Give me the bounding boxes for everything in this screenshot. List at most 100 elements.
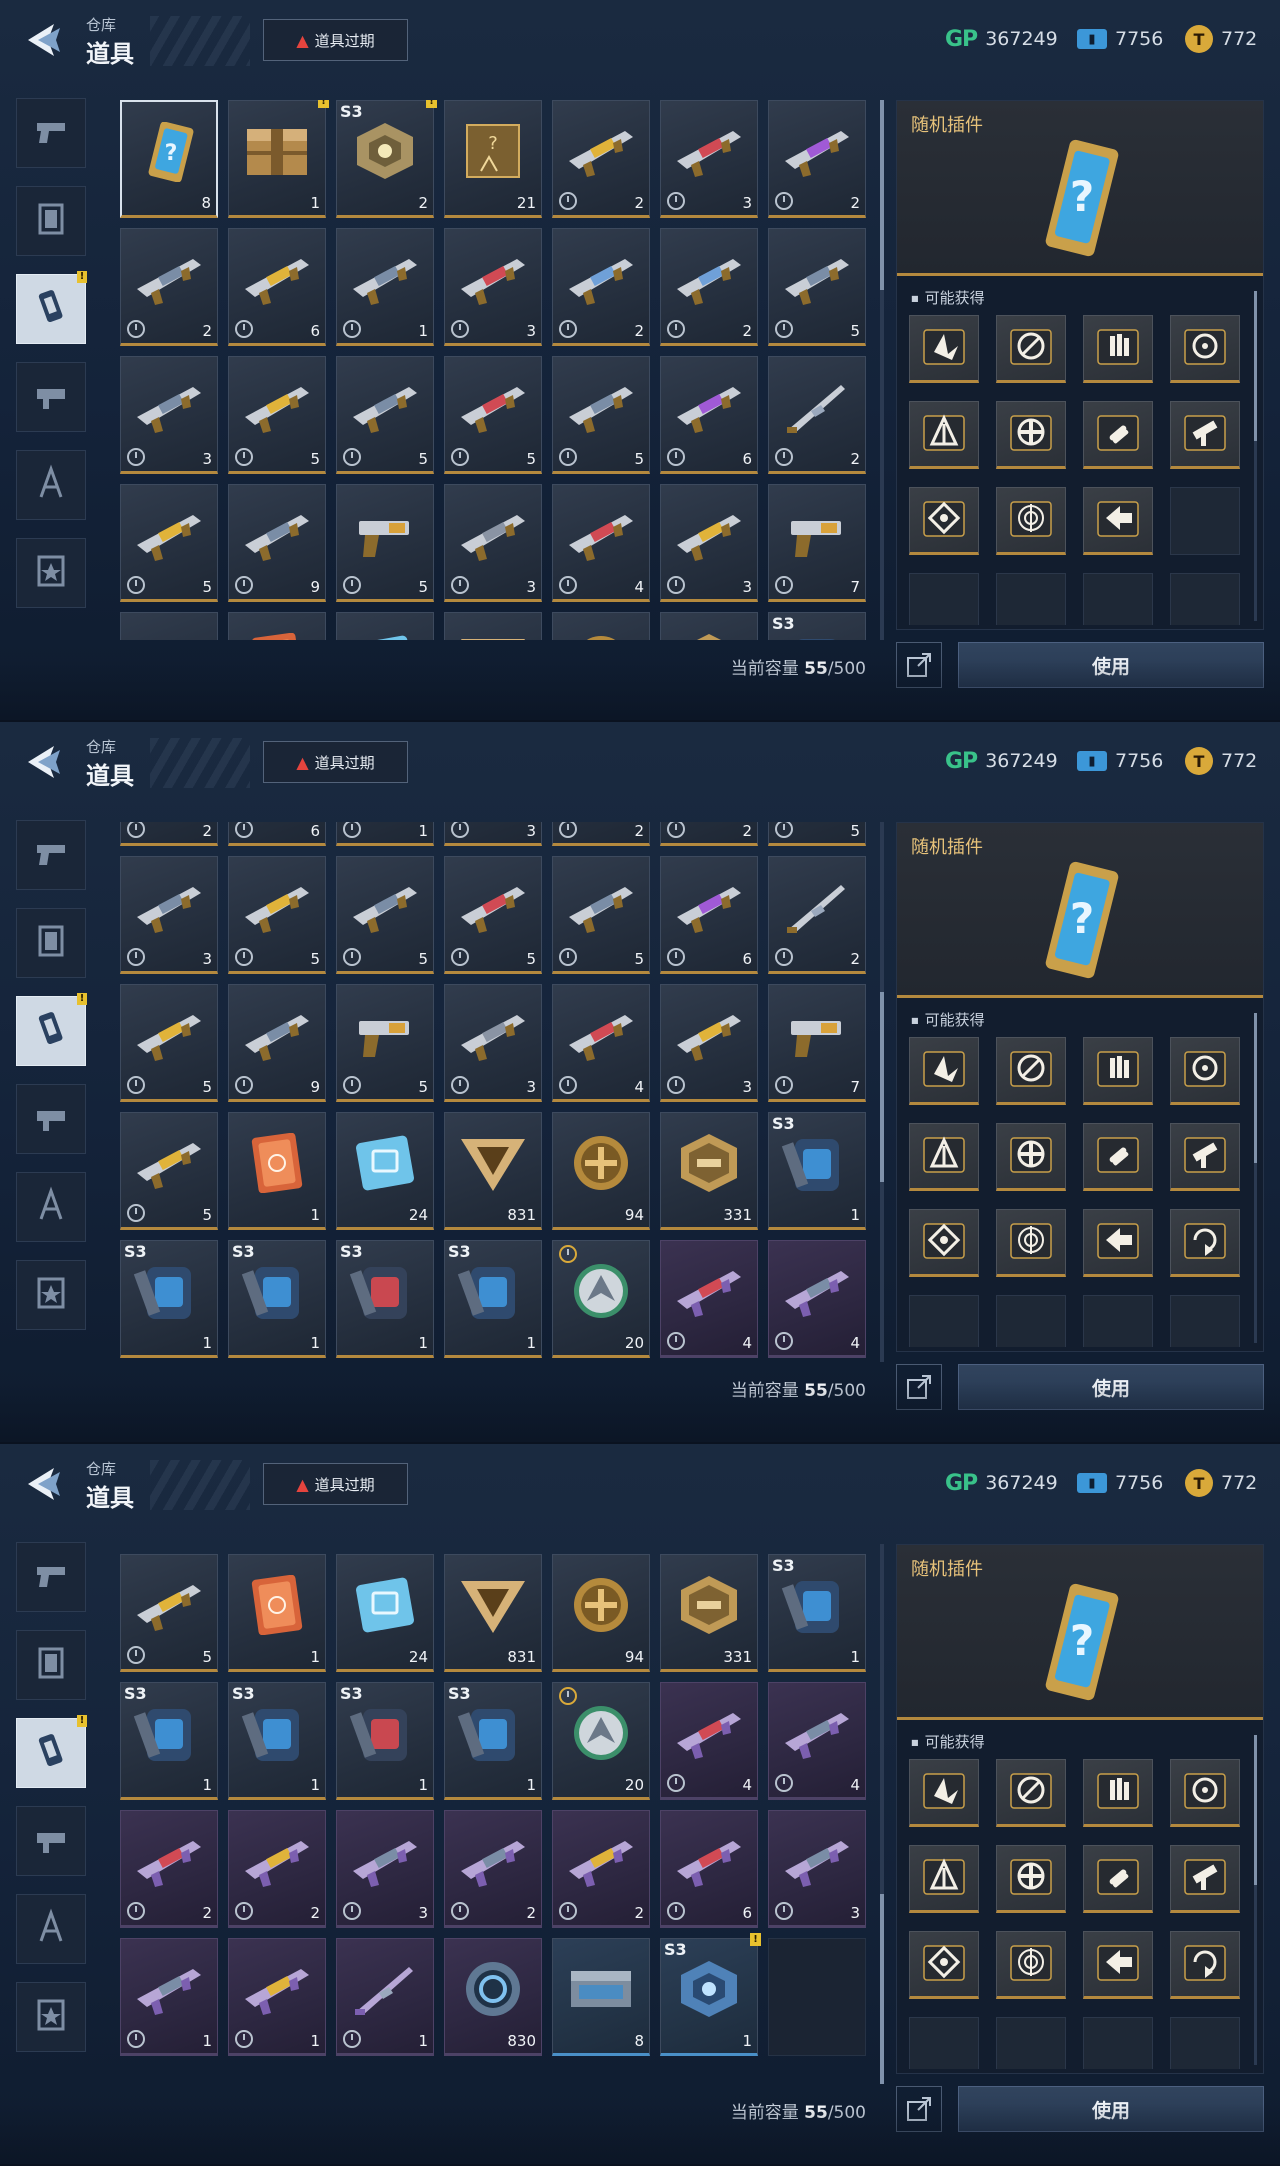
rewards-scrollbar[interactable]: [1254, 1013, 1257, 1343]
inventory-slot[interactable]: 20: [552, 1240, 650, 1358]
inventory-slot[interactable]: 5: [552, 356, 650, 474]
inventory-slot[interactable]: 20: [552, 1682, 650, 1800]
inventory-slot[interactable]: 6: [660, 356, 758, 474]
inventory-slot[interactable]: 331: [660, 1112, 758, 1230]
inventory-slot[interactable]: 3: [444, 822, 542, 846]
reward-slot[interactable]: [1170, 1759, 1240, 1827]
rewards-scrollbar[interactable]: [1254, 291, 1257, 621]
reward-slot[interactable]: [996, 315, 1066, 383]
inventory-slot[interactable]: 2: [120, 1810, 218, 1928]
inventory-slot[interactable]: 1: [120, 1938, 218, 2056]
reward-slot[interactable]: [1083, 1123, 1153, 1191]
inventory-slot[interactable]: 3: [660, 984, 758, 1102]
inventory-slot[interactable]: 3: [768, 1810, 866, 1928]
inventory-slot[interactable]: ! 1: [228, 100, 329, 218]
reward-slot[interactable]: [996, 1123, 1066, 1191]
inventory-grid[interactable]: ? 8 ! 1 S3 ! 2 ? 21 2: [120, 822, 868, 1362]
reward-slot[interactable]: [1083, 1759, 1153, 1827]
sidebar-tab-compass[interactable]: [16, 1172, 86, 1242]
reward-slot[interactable]: [909, 1037, 979, 1105]
inventory-slot[interactable]: 2: [552, 822, 650, 846]
inventory-slot[interactable]: S3 1: [120, 1682, 218, 1800]
inventory-slot[interactable]: 3: [444, 228, 542, 346]
inventory-slot[interactable]: 8: [552, 1938, 650, 2056]
reward-slot[interactable]: [996, 487, 1066, 555]
reward-slot[interactable]: [1170, 1931, 1240, 1999]
inventory-slot[interactable]: 4: [768, 1682, 866, 1800]
sidebar-tab-frame[interactable]: [16, 1630, 86, 1700]
inventory-slot[interactable]: 2: [552, 100, 650, 218]
reward-slot[interactable]: [1170, 315, 1240, 383]
inventory-slot[interactable]: S3 1: [228, 1682, 326, 1800]
reward-slot[interactable]: [1083, 1845, 1153, 1913]
reward-slot[interactable]: [909, 315, 979, 383]
reward-slot[interactable]: [1083, 1931, 1153, 1999]
inventory-slot[interactable]: 2: [660, 822, 758, 846]
inventory-slot[interactable]: 6: [660, 1810, 758, 1928]
inventory-slot[interactable]: 5: [120, 984, 218, 1102]
inventory-slot[interactable]: S3 1: [336, 1682, 434, 1800]
inventory-slot[interactable]: 5: [120, 484, 218, 602]
inventory-slot[interactable]: 5: [228, 356, 326, 474]
sidebar-tab-frame[interactable]: [16, 186, 86, 256]
inventory-slot[interactable]: 5: [336, 484, 434, 602]
inventory-slot[interactable]: S3 1: [336, 1240, 434, 1358]
sidebar-tab-pistol[interactable]: [16, 1542, 86, 1612]
inventory-slot[interactable]: 6: [660, 856, 758, 974]
sidebar-tab-plugin-chip[interactable]: !: [16, 1715, 87, 1788]
inventory-slot[interactable]: 4: [768, 1240, 866, 1358]
inventory-slot[interactable]: 831: [444, 1554, 542, 1672]
reward-slot[interactable]: [1170, 1123, 1240, 1191]
inventory-slot[interactable]: 5: [336, 984, 434, 1102]
reward-slot[interactable]: [1083, 1209, 1153, 1277]
sidebar-tab-plugin-chip[interactable]: !: [16, 993, 87, 1066]
inventory-slot[interactable]: 2: [552, 1810, 650, 1928]
inventory-slot[interactable]: S3 1: [768, 1112, 866, 1230]
inventory-slot[interactable]: 5: [336, 356, 434, 474]
inventory-slot[interactable]: 3: [120, 356, 218, 474]
inventory-slot[interactable]: 6: [228, 822, 326, 846]
reward-slot[interactable]: [909, 1123, 979, 1191]
inventory-slot[interactable]: 1: [228, 1938, 326, 2056]
reward-slot[interactable]: [996, 1209, 1066, 1277]
reward-slot[interactable]: [1083, 401, 1153, 469]
inventory-slot[interactable]: 5: [768, 228, 866, 346]
sidebar-tab-gun-mod[interactable]: [16, 1084, 86, 1154]
inventory-slot[interactable]: 94: [552, 1554, 650, 1672]
scrollbar-thumb[interactable]: [880, 100, 884, 290]
sidebar-tab-star-badge[interactable]: [16, 1982, 86, 2052]
back-button[interactable]: [22, 740, 66, 784]
inventory-slot[interactable]: 1: [228, 612, 326, 640]
inventory-slot[interactable]: 94: [552, 612, 650, 640]
share-button[interactable]: [896, 1364, 942, 1410]
inventory-slot[interactable]: 2: [768, 100, 866, 218]
inventory-slot[interactable]: 831: [444, 1112, 542, 1230]
sidebar-tab-plugin-chip[interactable]: !: [16, 271, 87, 344]
inventory-slot[interactable]: 1: [336, 228, 434, 346]
inventory-slot[interactable]: 94: [552, 1112, 650, 1230]
sidebar-tab-pistol[interactable]: [16, 98, 86, 168]
inventory-slot[interactable]: 9: [228, 984, 326, 1102]
use-button[interactable]: 使用: [958, 642, 1264, 688]
inventory-slot[interactable]: S3 1: [444, 1682, 542, 1800]
share-button[interactable]: [896, 642, 942, 688]
inventory-slot[interactable]: 2: [228, 1810, 326, 1928]
back-button[interactable]: [22, 1462, 66, 1506]
back-button[interactable]: [22, 18, 66, 62]
sidebar-tab-gun-mod[interactable]: [16, 1806, 86, 1876]
inventory-slot[interactable]: 1: [228, 1112, 326, 1230]
inventory-slot[interactable]: 2: [120, 228, 218, 346]
inventory-slot[interactable]: 5: [120, 612, 218, 640]
inventory-slot[interactable]: S3 ! 1: [660, 1933, 761, 2056]
inventory-slot[interactable]: 830: [444, 1938, 542, 2056]
inventory-slot[interactable]: 2: [444, 1810, 542, 1928]
inventory-scrollbar[interactable]: [880, 100, 884, 640]
inventory-slot[interactable]: 831: [444, 612, 542, 640]
inventory-slot[interactable]: 24: [336, 612, 434, 640]
inventory-slot[interactable]: 5: [444, 856, 542, 974]
inventory-slot[interactable]: 4: [552, 984, 650, 1102]
inventory-slot[interactable]: 5: [336, 856, 434, 974]
inventory-slot[interactable]: 3: [660, 484, 758, 602]
inventory-slot[interactable]: 2: [660, 228, 758, 346]
item-expired-button[interactable]: ▲ 道具过期: [263, 19, 408, 61]
